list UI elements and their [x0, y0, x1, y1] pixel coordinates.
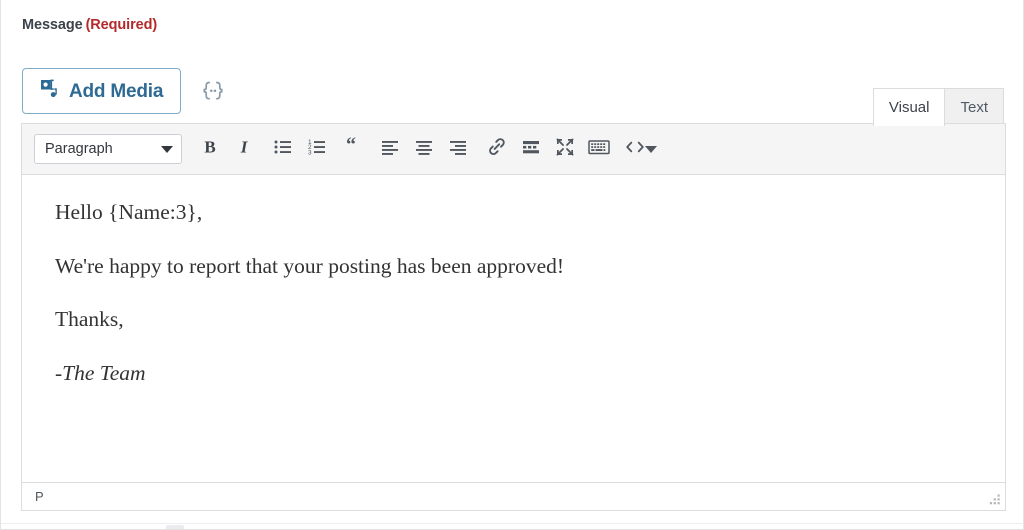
editor-toolbar: Paragraph B I 1 2 3 “	[22, 124, 1005, 175]
rich-text-editor: Paragraph B I 1 2 3 “ Hello {Name:3}, We…	[21, 123, 1006, 511]
align-left-button[interactable]	[373, 132, 407, 166]
italic-icon: I	[234, 137, 254, 162]
resize-grip-icon[interactable]	[987, 493, 1001, 507]
keyboard-shortcuts-icon	[587, 137, 611, 162]
field-label: Message (Required)	[22, 17, 157, 33]
italic-button[interactable]: I	[227, 132, 261, 166]
link-button[interactable]	[480, 132, 514, 166]
bulleted-list-button[interactable]	[266, 132, 300, 166]
content-paragraph: We're happy to report that your posting …	[55, 253, 565, 278]
bold-button[interactable]: B	[193, 132, 227, 166]
field-label-text: Message	[22, 17, 83, 33]
required-indicator: (Required)	[85, 17, 158, 33]
message-field-panel: Message (Required) Add Media Visual Text…	[0, 0, 1024, 530]
content-paragraph-signature: -The Team	[55, 360, 146, 385]
svg-text:B: B	[204, 137, 215, 156]
svg-text:I: I	[240, 137, 249, 156]
source-code-button[interactable]	[621, 132, 648, 166]
merge-tag-button[interactable]	[196, 68, 230, 114]
align-right-button[interactable]	[441, 132, 475, 166]
content-paragraph: Hello {Name:3},	[55, 200, 203, 224]
format-select-value: Paragraph	[45, 141, 113, 157]
chevron-down-icon	[161, 145, 173, 153]
add-media-button[interactable]: Add Media	[22, 68, 182, 114]
read-more-icon	[520, 137, 542, 162]
fullscreen-icon	[554, 136, 576, 163]
tab-visual-label: Visual	[888, 99, 930, 116]
media-bar: Add Media	[22, 68, 230, 116]
content-paragraph: Thanks,	[55, 307, 124, 332]
align-center-button[interactable]	[407, 132, 441, 166]
tab-text-label: Text	[960, 99, 988, 116]
blockquote-button[interactable]: “	[334, 132, 368, 166]
cut-off-element-below	[166, 525, 184, 529]
svg-text:“: “	[346, 137, 356, 156]
element-path[interactable]: P	[35, 489, 44, 504]
bulleted-list-icon	[273, 137, 293, 162]
align-right-icon	[448, 137, 468, 162]
bold-icon: B	[200, 137, 220, 162]
fullscreen-button[interactable]	[548, 132, 582, 166]
blockquote-icon: “	[341, 134, 361, 162]
source-code-icon	[624, 138, 646, 161]
toolbar-toggle-chevron-down-icon[interactable]	[645, 145, 657, 153]
link-icon	[486, 136, 508, 163]
format-select[interactable]: Paragraph	[34, 134, 182, 164]
editor-status-bar: P	[22, 482, 1005, 510]
merge-tag-icon	[203, 81, 223, 100]
numbered-list-button[interactable]: 1 2 3	[300, 132, 334, 166]
tab-visual[interactable]: Visual	[872, 88, 946, 126]
svg-text:3: 3	[308, 149, 312, 156]
editor-mode-tabs: Visual Text	[872, 85, 1004, 126]
read-more-button[interactable]	[514, 132, 548, 166]
editor-content-area[interactable]: Hello {Name:3}, We're happy to report th…	[22, 175, 1005, 482]
numbered-list-icon: 1 2 3	[307, 137, 327, 162]
add-media-label: Add Media	[69, 80, 164, 102]
keyboard-shortcuts-button[interactable]	[582, 132, 616, 166]
page-bottom-divider	[1, 523, 1024, 524]
tab-text[interactable]: Text	[944, 88, 1004, 126]
align-center-icon	[414, 137, 434, 162]
media-library-icon	[38, 77, 60, 105]
align-left-icon	[380, 137, 400, 162]
